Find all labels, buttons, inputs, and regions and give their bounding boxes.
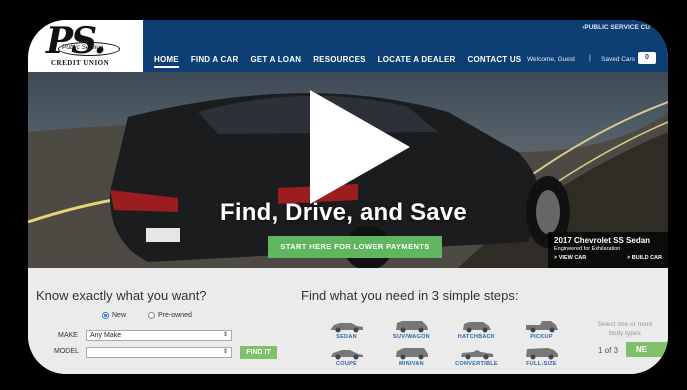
featured-car-card: 2017 Chevrolet SS Sedan Engineered for E… — [548, 232, 668, 268]
body-type-grid: SEDAN SUV/WAGON HATCHBACK PICKUP COUPE M… — [314, 319, 574, 367]
full-size-icon — [525, 348, 558, 360]
coupe-icon — [330, 350, 363, 360]
pickup-icon — [525, 321, 558, 333]
logo[interactable]: PS. Public Service CREDIT UNION — [28, 20, 143, 72]
logo-tagline: Public Service — [62, 44, 104, 51]
build-car-link[interactable]: > BUILD CAR — [627, 255, 662, 261]
nav-home[interactable]: HOME — [154, 55, 179, 68]
main-nav: HOME FIND A CAR GET A LOAN RESOURCES LOC… — [154, 55, 521, 68]
next-step-button[interactable]: NE — [626, 342, 668, 357]
video-screen[interactable]: PS. Public Service CREDIT UNION ‹PUBLIC … — [28, 20, 668, 374]
nav-contact-us[interactable]: CONTACT US — [467, 55, 521, 68]
body-type-minivan[interactable]: MINIVAN — [379, 346, 444, 367]
suv-icon — [395, 321, 428, 333]
body-type-hint: Select one or more body types — [597, 321, 653, 337]
video-frame: PS. Public Service CREDIT UNION ‹PUBLIC … — [0, 0, 687, 390]
nav-get-a-loan[interactable]: GET A LOAN — [250, 55, 301, 68]
logo-subtitle: CREDIT UNION — [51, 59, 110, 67]
chevron-updown-icon: ⇕ — [222, 349, 228, 355]
nav-locate-dealer[interactable]: LOCATE A DEALER — [378, 55, 456, 68]
chevron-updown-icon: ⇕ — [222, 332, 228, 338]
hero-banner: Find, Drive, and Save START HERE FOR LOW… — [28, 72, 668, 268]
nav-resources[interactable]: RESOURCES — [313, 55, 365, 68]
welcome-text: Welcome, Guest — [527, 56, 575, 63]
body-type-full-size[interactable]: FULL-SIZE — [509, 346, 574, 367]
make-select-value: Any Make — [90, 332, 122, 339]
model-label: MODEL — [54, 348, 79, 355]
steps-title: Find what you need in 3 simple steps: — [301, 288, 519, 303]
sedan-icon — [330, 323, 363, 333]
body-type-suv-wagon[interactable]: SUV/WAGON — [379, 319, 444, 340]
top-link[interactable]: ‹PUBLIC SERVICE CU — [582, 24, 650, 31]
header-separator: | — [589, 55, 591, 62]
nav-find-a-car[interactable]: FIND A CAR — [191, 55, 239, 68]
radio-new[interactable]: New — [102, 312, 126, 319]
make-label: MAKE — [58, 332, 78, 339]
step-pager: 1 of 3 — [598, 346, 619, 355]
body-type-hatchback[interactable]: HATCHBACK — [444, 319, 509, 340]
featured-car-tagline: Engineered for Exhilaration — [554, 246, 621, 252]
body-type-coupe[interactable]: COUPE — [314, 346, 379, 367]
radio-unselected-icon[interactable] — [148, 312, 155, 319]
find-it-button[interactable]: FIND IT — [240, 346, 277, 359]
hero-headline: Find, Drive, and Save — [220, 199, 467, 226]
minivan-icon — [395, 348, 428, 360]
radio-selected-icon[interactable] — [102, 312, 109, 319]
radio-preowned-label: Pre-owned — [158, 312, 192, 319]
saved-cars-count[interactable]: 0 — [638, 52, 656, 64]
body-type-sedan[interactable]: SEDAN — [314, 319, 379, 340]
model-select[interactable]: ⇕ — [86, 347, 232, 358]
body-type-convertible[interactable]: CONVERTIBLE — [444, 346, 509, 367]
view-car-link[interactable]: > VIEW CAR — [554, 255, 586, 261]
saved-cars-link[interactable]: Saved Cars — [601, 56, 635, 63]
body-type-pickup[interactable]: PICKUP — [509, 319, 574, 340]
featured-car-name: 2017 Chevrolet SS Sedan — [554, 236, 651, 245]
site-header: PS. Public Service CREDIT UNION ‹PUBLIC … — [28, 20, 668, 72]
convertible-icon — [460, 350, 493, 360]
hatchback-icon — [462, 322, 491, 333]
radio-preowned[interactable]: Pre-owned — [148, 312, 192, 319]
search-title: Know exactly what you want? — [36, 288, 207, 303]
play-icon[interactable] — [298, 82, 418, 212]
search-panel: Know exactly what you want? New Pre-owne… — [28, 268, 668, 374]
make-select[interactable]: Any Make ⇕ — [86, 330, 232, 341]
radio-new-label: New — [112, 312, 127, 319]
lower-payments-button[interactable]: START HERE FOR LOWER PAYMENTS — [268, 236, 442, 258]
